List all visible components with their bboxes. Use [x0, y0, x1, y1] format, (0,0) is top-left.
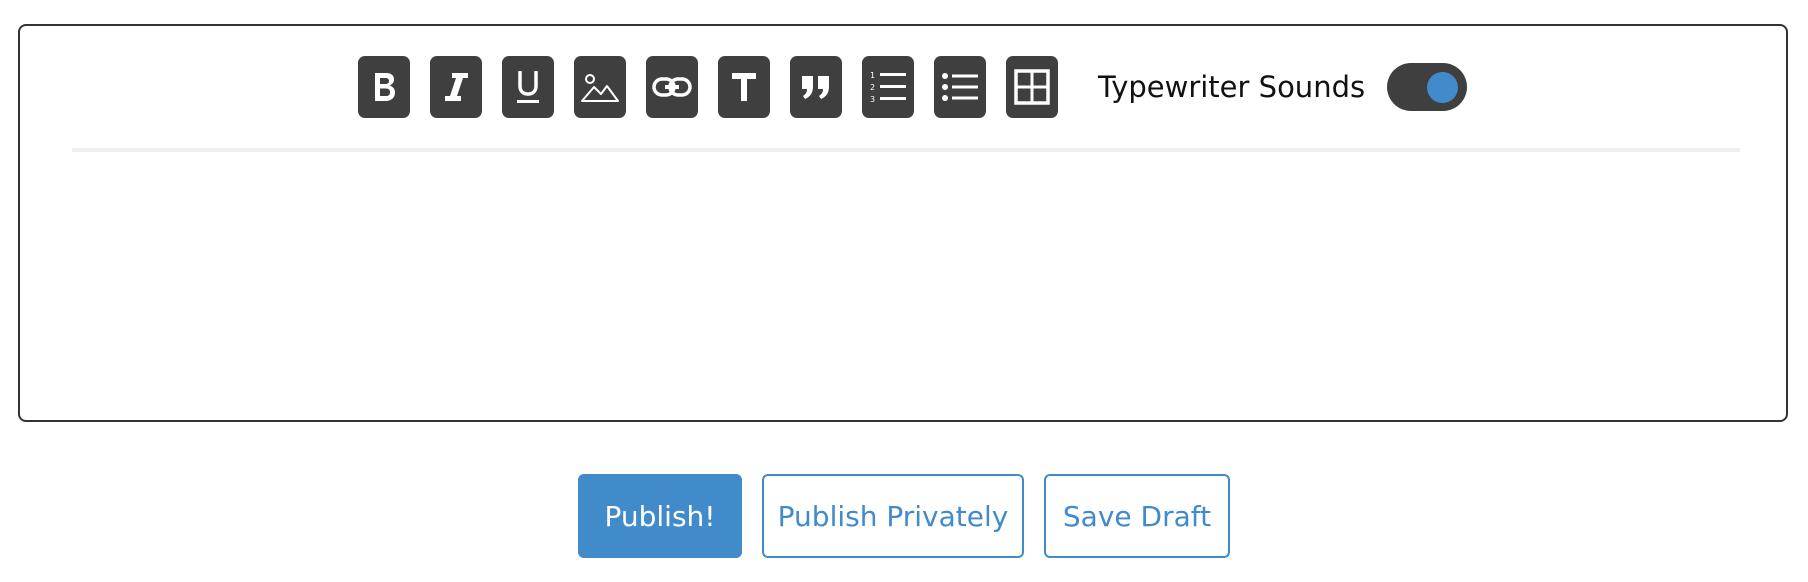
underline-button[interactable] [502, 56, 554, 118]
svg-text:2: 2 [870, 83, 875, 92]
editor-content-area[interactable] [72, 166, 1740, 396]
italic-icon [445, 73, 468, 101]
quote-button[interactable] [790, 56, 842, 118]
italic-button[interactable] [430, 56, 482, 118]
quote-icon [802, 76, 829, 99]
svg-text:3: 3 [870, 95, 875, 104]
image-icon [581, 74, 619, 102]
publish-privately-button[interactable]: Publish Privately [762, 474, 1024, 558]
bold-button[interactable] [358, 56, 410, 118]
unordered-list-icon [942, 73, 978, 101]
image-button[interactable] [574, 56, 626, 118]
ordered-list-button[interactable]: 1 2 3 [862, 56, 914, 118]
unordered-list-button[interactable] [934, 56, 986, 118]
link-icon [652, 77, 692, 97]
formatting-toolbar: 1 2 3 Typewriter Sounds [358, 56, 1468, 118]
toolbar-divider [72, 148, 1740, 152]
publish-button[interactable]: Publish! [578, 474, 742, 558]
link-button[interactable] [646, 56, 698, 118]
text-button[interactable] [718, 56, 770, 118]
svg-text:1: 1 [870, 71, 875, 80]
bold-icon [375, 73, 395, 101]
typewriter-sounds-toggle[interactable] [1387, 63, 1468, 111]
editor-panel: 1 2 3 Typewriter Sounds [18, 24, 1788, 422]
save-draft-button[interactable]: Save Draft [1044, 474, 1230, 558]
underline-icon [517, 71, 539, 103]
ordered-list-icon: 1 2 3 [870, 71, 906, 104]
table-button[interactable] [1006, 56, 1058, 118]
typewriter-sounds-label: Typewriter Sounds [1098, 70, 1366, 104]
toggle-knob [1427, 72, 1459, 103]
table-icon [1014, 69, 1050, 105]
text-icon [732, 73, 756, 101]
action-buttons: Publish! Publish Privately Save Draft [578, 474, 1230, 558]
